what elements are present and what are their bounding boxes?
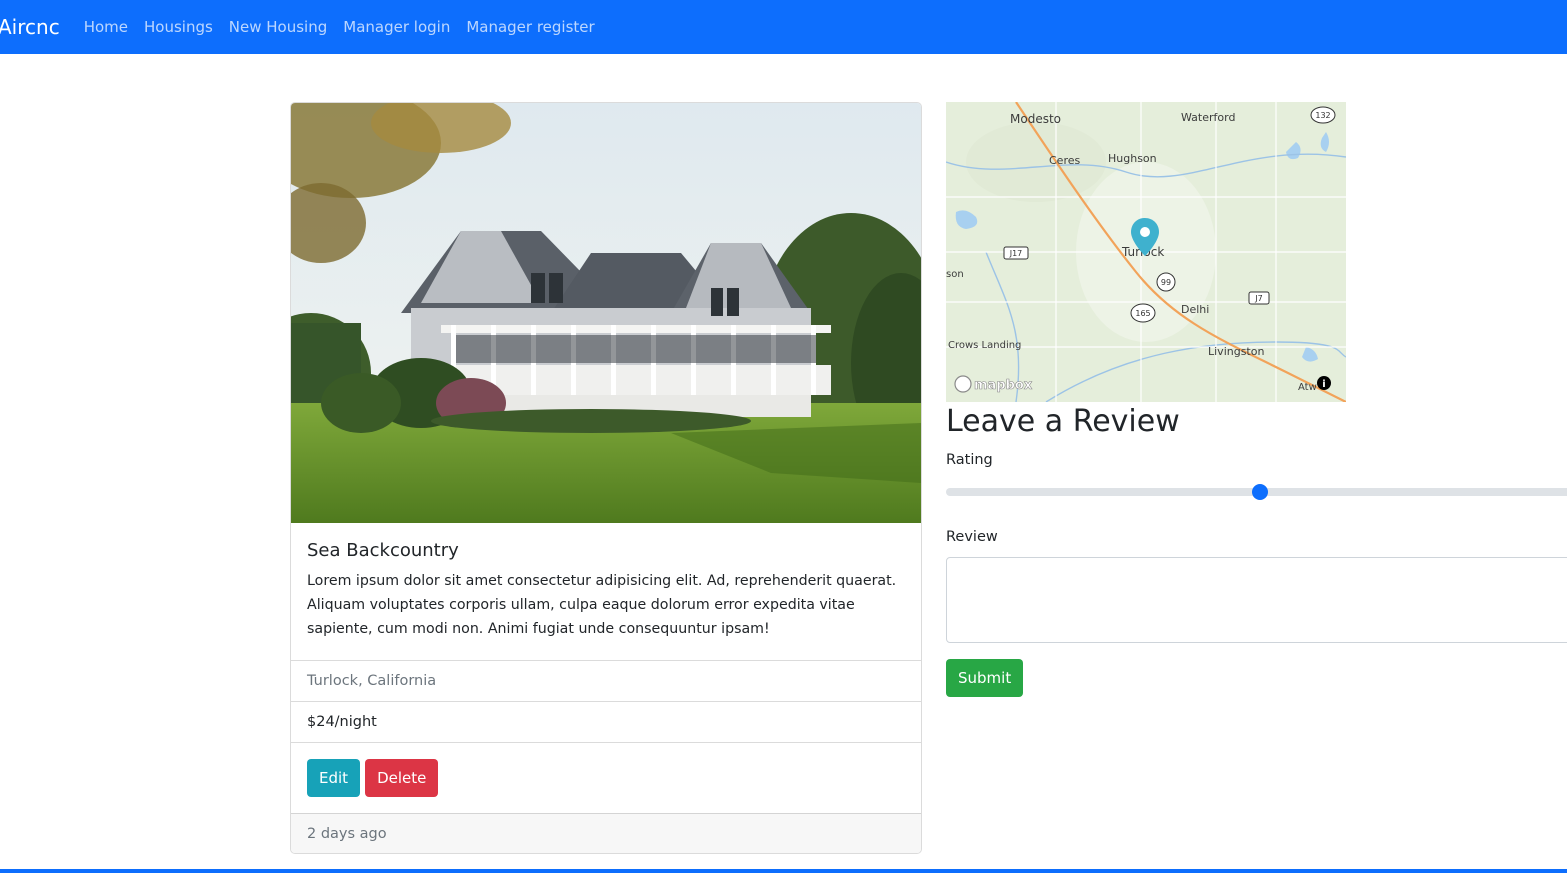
housing-description: Lorem ipsum dolor sit amet consectetur a… [307, 573, 897, 637]
edit-button[interactable]: Edit [307, 759, 361, 797]
info-icon[interactable]: i [1317, 376, 1331, 390]
posted-time: 2 days ago [291, 813, 921, 853]
shield-j7: J7 [1254, 294, 1262, 303]
review-label: Review [946, 529, 998, 545]
map-canvas[interactable]: Modesto Waterford Ceres Hughson Turlock … [946, 102, 1346, 402]
mapbox-logo-icon: mapbox [954, 375, 1033, 393]
map-label-atwater: Atw [1298, 382, 1317, 393]
map-label-ceres: Ceres [1049, 154, 1080, 167]
svg-text:i: i [1322, 379, 1325, 390]
bottom-border [0, 869, 1567, 873]
map-label-modesto: Modesto [1010, 112, 1061, 126]
shield-165: 165 [1135, 309, 1150, 318]
map-label-waterford: Waterford [1181, 111, 1235, 124]
map-label-son: son [946, 269, 964, 280]
delete-button[interactable]: Delete [365, 759, 439, 797]
card-actions: Edit Delete [291, 742, 921, 813]
nav-link-home[interactable]: Home [84, 18, 128, 36]
navbar: Aircnc Home Housings New Housing Manager… [0, 0, 1567, 54]
map-label-crows-landing: Crows Landing [948, 340, 1021, 351]
nav-link-manager-login[interactable]: Manager login [343, 18, 450, 36]
housing-card: Sea Backcountry Lorem ipsum dolor sit am… [290, 102, 922, 854]
location-map[interactable]: Modesto Waterford Ceres Hughson Turlock … [946, 102, 1346, 402]
rating-label: Rating [946, 452, 993, 468]
submit-button[interactable]: Submit [946, 659, 1024, 697]
shield-j17: J17 [1009, 249, 1023, 258]
review-textarea[interactable] [946, 557, 1567, 643]
shield-132: 132 [1315, 111, 1330, 120]
svg-text:mapbox: mapbox [974, 378, 1033, 393]
housing-title: Sea Backcountry [307, 540, 459, 561]
map-label-delhi: Delhi [1181, 303, 1209, 316]
card-body: Sea Backcountry Lorem ipsum dolor sit am… [291, 523, 921, 660]
map-label-hughson: Hughson [1108, 152, 1157, 165]
housing-photo [291, 103, 921, 523]
shield-99: 99 [1161, 278, 1171, 287]
housing-price: $24/night [291, 701, 921, 742]
rating-slider-thumb[interactable] [1251, 484, 1268, 500]
review-heading: Leave a Review [946, 404, 1180, 439]
brand-link[interactable]: Aircnc [0, 15, 60, 39]
housing-location: Turlock, California [291, 660, 921, 701]
nav-link-manager-register[interactable]: Manager register [466, 18, 594, 36]
nav-link-housings[interactable]: Housings [144, 18, 213, 36]
map-label-livingston: Livingston [1208, 345, 1264, 358]
nav-link-new-housing[interactable]: New Housing [229, 18, 327, 36]
